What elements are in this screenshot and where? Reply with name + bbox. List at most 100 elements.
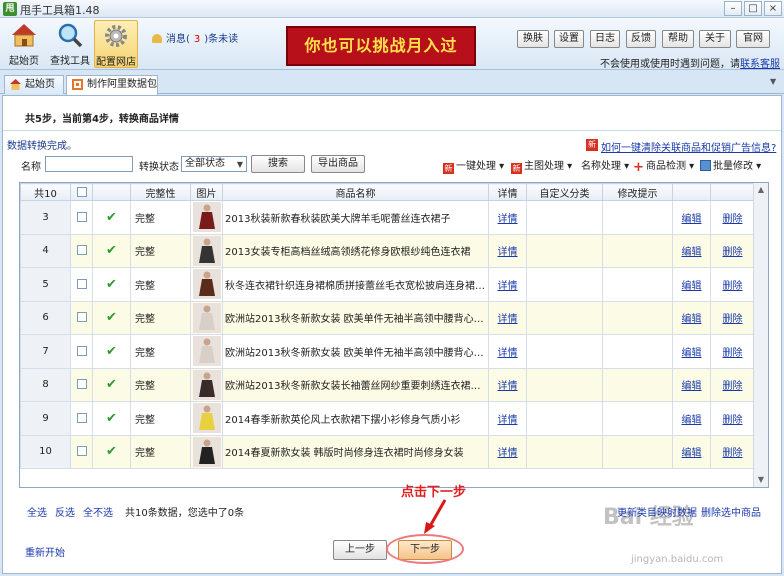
row-select-cell[interactable] (70, 200, 93, 235)
tool-config-shop[interactable]: 配置网店 (94, 20, 138, 68)
row-detail-link[interactable]: 详情 (498, 348, 518, 359)
select-all-checkbox[interactable] (76, 186, 87, 197)
row-delete-link[interactable]: 删除 (723, 348, 743, 359)
row-detail-cell[interactable]: 详情 (488, 267, 527, 302)
row-delete-link[interactable]: 删除 (723, 314, 743, 325)
table-row[interactable]: 7 ✔ 完整 欧洲站2013秋冬新款女装 欧美单件无袖半高领中腰背心裙短裙 详情 编辑 删除 (20, 334, 755, 369)
row-edit-cell[interactable]: 编辑 (672, 267, 711, 302)
row-delete-link[interactable]: 删除 (723, 448, 743, 459)
scroll-up-icon[interactable]: ▲ (756, 185, 766, 195)
tool-start-page[interactable]: 起始页 (2, 20, 46, 68)
row-edit-link[interactable]: 编辑 (682, 348, 702, 359)
row-select-cell[interactable] (70, 367, 93, 402)
row-custom-category[interactable] (526, 367, 603, 402)
close-button[interactable]: × (764, 1, 782, 16)
row-delete-cell[interactable]: 删除 (710, 300, 755, 335)
row-delete-link[interactable]: 删除 (723, 247, 743, 258)
col-select-all[interactable] (70, 183, 93, 201)
row-checkbox[interactable] (76, 345, 87, 356)
row-delete-cell[interactable]: 删除 (710, 267, 755, 302)
row-edit-link[interactable]: 编辑 (682, 281, 702, 292)
table-row[interactable]: 3 ✔ 完整 2013秋装新款春秋装欧美大牌羊毛呢蕾丝连衣裙子 详情 编辑 删除 (20, 200, 755, 235)
row-detail-link[interactable]: 详情 (498, 415, 518, 426)
row-detail-link[interactable]: 详情 (498, 247, 518, 258)
row-delete-link[interactable]: 删除 (723, 281, 743, 292)
row-custom-category[interactable] (526, 200, 603, 235)
minimize-button[interactable]: – (724, 1, 742, 16)
row-checkbox[interactable] (76, 278, 87, 289)
row-custom-category[interactable] (526, 334, 603, 369)
row-edit-link[interactable]: 编辑 (682, 381, 702, 392)
delete-selected-link[interactable]: 删除选中商品 (701, 504, 761, 519)
row-checkbox[interactable] (76, 379, 87, 390)
settings-button[interactable]: 设置 (554, 30, 584, 48)
row-checkbox[interactable] (76, 245, 87, 256)
row-edit-cell[interactable]: 编辑 (672, 334, 711, 369)
help-button[interactable]: 帮助 (662, 30, 694, 48)
tab-start-page[interactable]: 起始页 (4, 75, 64, 94)
row-detail-cell[interactable]: 详情 (488, 200, 527, 235)
row-custom-category[interactable] (526, 300, 603, 335)
status-filter-select[interactable]: 全部状态 ▼ (181, 156, 247, 172)
row-edit-cell[interactable]: 编辑 (672, 434, 711, 469)
row-checkbox[interactable] (76, 412, 87, 423)
row-select-cell[interactable] (70, 300, 93, 335)
one-click-process-menu[interactable]: 新一键处理 ▾ (443, 157, 504, 174)
maximize-button[interactable]: □ (744, 1, 762, 16)
row-detail-cell[interactable]: 详情 (488, 367, 527, 402)
row-detail-link[interactable]: 详情 (498, 214, 518, 225)
row-delete-cell[interactable]: 删除 (710, 434, 755, 469)
name-filter-input[interactable] (45, 156, 133, 172)
unread-messages[interactable]: 消息(3)条未读 (152, 30, 238, 45)
update-category-link[interactable]: 更新类目映射数据 (617, 504, 697, 519)
contact-support-link[interactable]: 联系客服 (740, 59, 780, 70)
row-detail-link[interactable]: 详情 (498, 314, 518, 325)
select-all-link[interactable]: 全选 (27, 504, 47, 519)
main-image-process-menu[interactable]: 新主图处理 ▾ (511, 157, 572, 174)
row-delete-cell[interactable]: 删除 (710, 334, 755, 369)
row-select-cell[interactable] (70, 267, 93, 302)
row-delete-link[interactable]: 删除 (723, 415, 743, 426)
table-row[interactable]: 5 ✔ 完整 秋冬连衣裙针织连身裙棉质拼接蕾丝毛衣宽松披肩连身裙明星... 详情 编辑 删除 (20, 267, 755, 302)
row-delete-cell[interactable]: 删除 (710, 233, 755, 268)
row-edit-cell[interactable]: 编辑 (672, 233, 711, 268)
website-button[interactable]: 官网 (736, 30, 770, 48)
row-edit-link[interactable]: 编辑 (682, 214, 702, 225)
row-delete-link[interactable]: 删除 (723, 381, 743, 392)
row-edit-cell[interactable]: 编辑 (672, 367, 711, 402)
row-delete-cell[interactable]: 删除 (710, 200, 755, 235)
row-edit-cell[interactable]: 编辑 (672, 300, 711, 335)
row-select-cell[interactable] (70, 434, 93, 469)
tab-make-ali-package[interactable]: 制作阿里数据包 (66, 75, 158, 95)
table-row[interactable]: 6 ✔ 完整 欧洲站2013秋冬新款女装 欧美单件无袖半高领中腰背心裙短裙 详情 编辑 删除 (20, 300, 755, 335)
invert-selection-link[interactable]: 反选 (55, 504, 75, 519)
row-select-cell[interactable] (70, 233, 93, 268)
table-scrollbar[interactable]: ▲ ▼ (753, 183, 768, 487)
tool-find-tools[interactable]: 查找工具 (48, 20, 92, 68)
row-checkbox[interactable] (76, 446, 87, 457)
row-edit-link[interactable]: 编辑 (682, 247, 702, 258)
select-none-link[interactable]: 全不选 (83, 504, 113, 519)
row-detail-link[interactable]: 详情 (498, 448, 518, 459)
log-button[interactable]: 日志 (590, 30, 620, 48)
scroll-down-icon[interactable]: ▼ (756, 475, 766, 485)
row-detail-link[interactable]: 详情 (498, 281, 518, 292)
table-row[interactable]: 10 ✔ 完整 2014春夏新款女装 韩版时尚修身连衣裙时尚修身女装 详情 编辑 删除 (20, 434, 755, 469)
row-custom-category[interactable] (526, 434, 603, 469)
row-delete-cell[interactable]: 删除 (710, 367, 755, 402)
row-custom-category[interactable] (526, 233, 603, 268)
tab-list-dropdown-icon[interactable]: ▼ (770, 77, 780, 87)
row-edit-cell[interactable]: 编辑 (672, 200, 711, 235)
row-detail-cell[interactable]: 详情 (488, 434, 527, 469)
product-check-menu[interactable]: + 商品检测 ▾ (633, 157, 694, 174)
row-edit-link[interactable]: 编辑 (682, 415, 702, 426)
prev-step-button[interactable]: 上一步 (333, 540, 387, 560)
row-checkbox[interactable] (76, 211, 87, 222)
restart-link[interactable]: 重新开始 (25, 544, 65, 559)
row-checkbox[interactable] (76, 312, 87, 323)
row-detail-cell[interactable]: 详情 (488, 300, 527, 335)
row-select-cell[interactable] (70, 401, 93, 436)
row-delete-link[interactable]: 删除 (723, 214, 743, 225)
table-row[interactable]: 8 ✔ 完整 欧洲站2013秋冬新款女装长袖蕾丝网纱重要刺绣连衣裙少妇气... 详情 编辑… (20, 367, 755, 402)
row-delete-cell[interactable]: 删除 (710, 401, 755, 436)
